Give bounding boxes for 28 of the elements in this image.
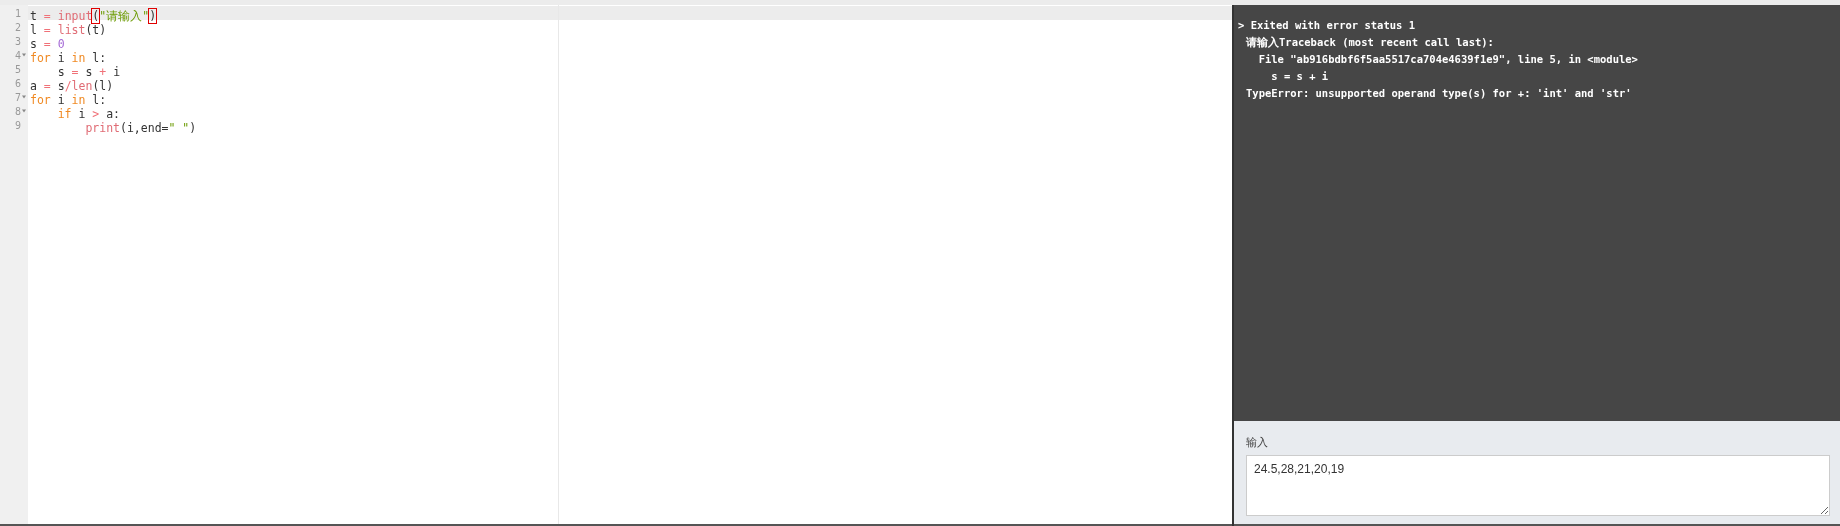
line-number: 2 [14,20,21,34]
line-number: 5 [14,62,21,76]
code-line: for i in l: [30,93,107,107]
code-line: l = list(t) [30,23,107,37]
code-line: s = 0 [30,37,65,51]
code-line: for i in l: [30,51,107,65]
code-line: a = s/len(l) [30,79,114,93]
line-number: 3 [14,34,21,48]
console-line: s = s + i [1270,70,1330,83]
line-number: 4 [14,48,21,62]
console-line: File "ab916bdbf6f5aa5517ca704e4639f1e9", line 5, in <module> [1257,53,1639,66]
line-number: 7 [14,90,21,104]
input-label: 输入 [1246,435,1268,450]
line-number: 6 [14,76,21,90]
input-field[interactable]: 24.5,28,21,20,19 [1246,455,1830,516]
fold-arrow-icon[interactable] [22,53,26,57]
code-line: if i > a: [56,107,121,121]
console-line: TypeError: unsupported operand type(s) for +: 'int' and 'str' [1245,87,1633,100]
exit-status-text: > Exited with error status 1 [1238,19,1416,32]
line-number: 8 [14,104,21,118]
code-line: s = s + i [56,65,121,79]
fold-arrow-icon[interactable] [22,109,26,113]
console-line: 请输入Traceback (most recent call last): [1245,36,1495,49]
code-line: t = input("请输入") [30,9,157,23]
line-number: 1 [14,6,21,20]
line-number: 9 [14,118,21,132]
code-line: print(i,end=" ") [84,121,197,135]
fold-arrow-icon[interactable] [22,95,26,99]
